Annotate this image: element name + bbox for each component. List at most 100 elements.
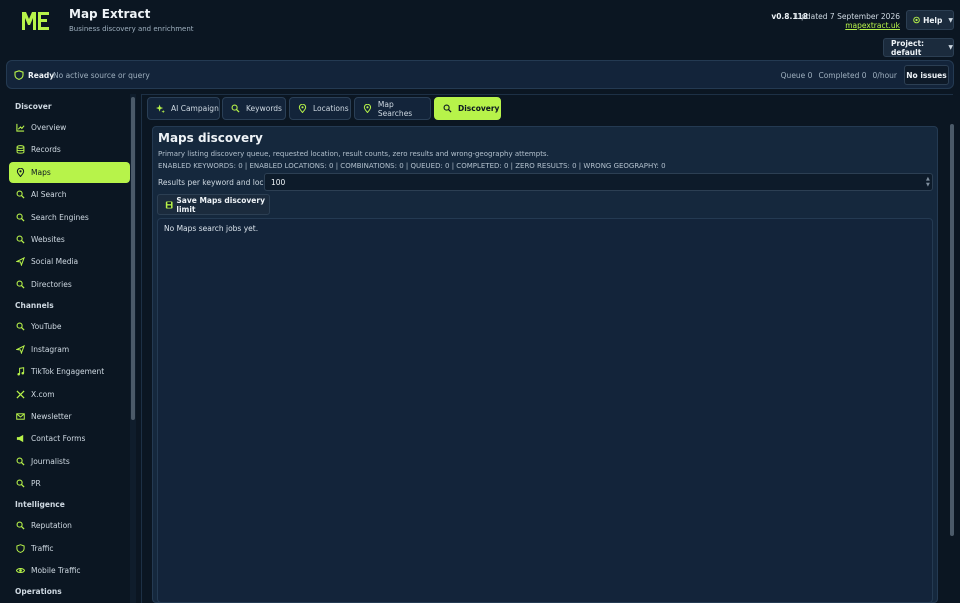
sidebar-item-pr[interactable]: PR	[9, 473, 130, 494]
tab-label: AI Campaign	[171, 104, 219, 113]
sidebar-item-label: Records	[31, 145, 61, 154]
sidebar-item-label: Mobile Traffic	[31, 566, 81, 575]
search-icon	[16, 457, 25, 466]
sidebar-item-traffic[interactable]: Traffic	[9, 538, 130, 559]
tab-label: Map Searches	[377, 99, 413, 118]
status-message: No active source or query	[53, 71, 150, 80]
sidebar-item-label: Contact Forms	[31, 434, 86, 443]
sidebar-item-contact-forms[interactable]: Contact Forms	[9, 428, 130, 449]
completed-count: Completed 0	[818, 71, 867, 80]
page-title: Maps discovery	[158, 131, 263, 145]
jobs-empty-message: No Maps search jobs yet.	[164, 224, 259, 233]
sidebar-item-label: Journalists	[31, 457, 70, 466]
search-icon	[16, 280, 25, 289]
search-icon	[16, 235, 25, 244]
map-pin-icon	[363, 104, 372, 113]
rate-count: 0/hour	[872, 71, 897, 80]
sidebar-item-label: Directories	[31, 280, 72, 289]
project-label: Project: default	[891, 38, 925, 57]
search-icon	[16, 213, 25, 222]
help-button[interactable]: Help ▼	[906, 10, 954, 30]
help-icon	[913, 16, 920, 24]
status-bar: Ready No active source or query Queue 0 …	[6, 60, 954, 89]
section-operations: Operations	[15, 587, 62, 596]
sidebar-item-ai-search[interactable]: AI Search	[9, 184, 130, 205]
sidebar-item-overview[interactable]: Overview	[9, 117, 130, 138]
sidebar-item-journalists[interactable]: Journalists	[9, 451, 130, 472]
sidebar-item-label: Websites	[31, 235, 65, 244]
sidebar-item-records[interactable]: Records	[9, 139, 130, 160]
database-icon	[16, 145, 25, 154]
sidebar-item-tiktok[interactable]: TikTok Engagement	[9, 361, 130, 382]
tab-keywords[interactable]: Keywords	[222, 97, 286, 120]
save-limit-button[interactable]: Save Maps discovery limit	[157, 194, 270, 215]
sidebar-item-label: Maps	[31, 168, 51, 177]
chevron-down-icon: ▼	[948, 44, 953, 51]
site-link[interactable]: mapextract.uk	[845, 21, 900, 30]
chart-line-icon	[16, 123, 25, 132]
sidebar-item-x-com[interactable]: X.com	[9, 384, 130, 405]
tab-locations[interactable]: Locations	[289, 97, 351, 120]
search-icon	[16, 521, 25, 530]
sidebar-item-search-engines[interactable]: Search Engines	[9, 207, 130, 228]
section-channels: Channels	[15, 301, 54, 310]
sidebar-item-reputation[interactable]: Reputation	[9, 515, 130, 536]
sidebar: Discover Overview Records Maps AI Search…	[0, 94, 140, 603]
map-pin-icon	[16, 168, 25, 177]
app-header: Map Extract Business discovery and enric…	[0, 0, 960, 60]
music-note-icon	[17, 367, 25, 376]
tab-label: Discovery	[458, 104, 500, 113]
search-icon	[16, 190, 25, 199]
queue-count: Queue 0	[780, 71, 813, 80]
results-limit-input[interactable]	[264, 173, 933, 191]
issues-button[interactable]: No issues	[904, 65, 949, 85]
sidebar-item-label: Instagram	[31, 345, 70, 354]
page-description: Primary listing discovery queue, request…	[158, 150, 549, 158]
sidebar-scrollbar-thumb[interactable]	[131, 97, 135, 420]
x-logo-icon	[16, 390, 25, 399]
tab-label: Keywords	[246, 104, 282, 113]
sidebar-item-label: Social Media	[31, 257, 79, 266]
sidebar-item-directories[interactable]: Directories	[9, 274, 130, 295]
search-icon	[231, 104, 240, 113]
section-discover: Discover	[15, 102, 52, 111]
sidebar-item-label: Overview	[31, 123, 67, 132]
sidebar-item-label: Search Engines	[31, 213, 89, 222]
share-icon	[16, 257, 25, 266]
megaphone-icon	[16, 434, 24, 443]
project-selector[interactable]: Project: default ▼	[883, 38, 954, 57]
tab-label: Locations	[313, 104, 349, 113]
shield-icon	[16, 544, 25, 553]
sidebar-item-newsletter[interactable]: Newsletter	[9, 406, 130, 427]
sidebar-item-mobile-traffic[interactable]: Mobile Traffic	[9, 560, 130, 581]
number-spinner-icon[interactable]: ▲ ▼	[926, 176, 931, 188]
sidebar-item-websites[interactable]: Websites	[9, 229, 130, 250]
sidebar-item-label: X.com	[31, 390, 55, 399]
sidebar-item-instagram[interactable]: Instagram	[9, 339, 130, 360]
share-icon	[16, 345, 25, 354]
sidebar-item-label: Reputation	[31, 521, 72, 530]
updated-label: Updated 7 September 2026	[795, 12, 900, 21]
discovery-stats: ENABLED KEYWORDS: 0 | ENABLED LOCATIONS:…	[158, 162, 666, 170]
tab-map-searches[interactable]: Map Searches	[354, 97, 431, 120]
search-icon	[443, 104, 452, 113]
sidebar-item-label: Newsletter	[31, 412, 72, 421]
sidebar-item-youtube[interactable]: YouTube	[9, 316, 130, 337]
sidebar-item-maps[interactable]: Maps	[9, 162, 130, 183]
app-title: Map Extract	[69, 7, 151, 21]
sidebar-item-social-media[interactable]: Social Media	[9, 251, 130, 272]
app-subtitle: Business discovery and enrichment	[69, 25, 194, 33]
tab-ai-campaign[interactable]: AI Campaign	[147, 97, 220, 120]
sidebar-item-label: PR	[31, 479, 41, 488]
sidebar-item-label: Traffic	[31, 544, 54, 553]
help-label: Help	[923, 15, 943, 25]
save-button-label: Save Maps discovery limit	[176, 195, 265, 214]
status-counts: Queue 0 Completed 0 0/hour	[781, 71, 897, 80]
save-icon	[165, 200, 173, 209]
main-scrollbar-thumb[interactable]	[950, 124, 954, 536]
eye-icon	[16, 567, 25, 574]
search-icon	[16, 479, 25, 488]
tab-discovery[interactable]: Discovery	[434, 97, 501, 120]
section-intelligence: Intelligence	[15, 500, 65, 509]
sidebar-item-label: AI Search	[31, 190, 67, 199]
